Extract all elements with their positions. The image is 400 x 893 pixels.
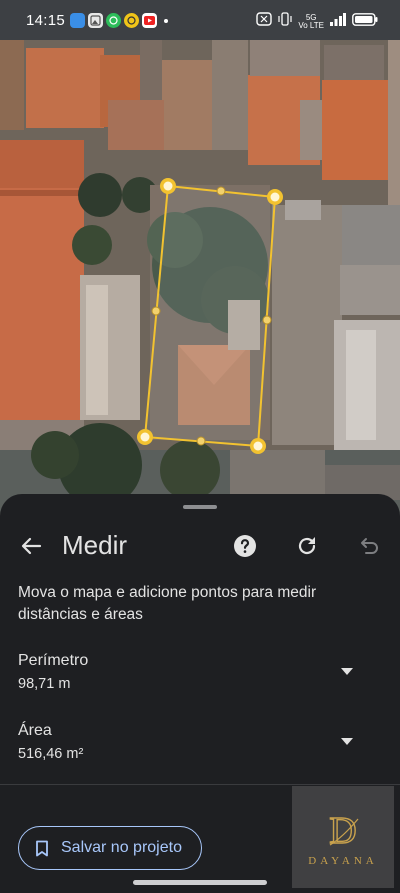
measure-overlay [137,178,283,454]
notification-icons [70,13,168,28]
sheet-header: Medir [0,524,400,568]
measure-instructions: Mova o mapa e adicione pontos para medir… [18,584,317,623]
watermark-text: DAYANA [308,855,378,867]
undo-icon [361,538,378,554]
perimeter-row[interactable]: Perímetro 98,71 m [0,652,400,704]
vertex-handle-icon [137,429,153,445]
dot-icon [164,18,168,23]
satellite-map[interactable] [0,0,400,520]
bookmark-icon [36,840,48,856]
area-label: Área [18,722,52,739]
youtube-icon [142,13,157,28]
blue-app-icon [70,13,85,28]
network-type: 5G Vo LTE [298,13,324,30]
midpoint-handle-icon [196,436,206,446]
vertex-handle-icon [250,438,266,454]
status-time: 14:15 [26,12,66,29]
arrow-back-icon [21,537,42,555]
help-icon [234,535,256,557]
system-status-icons: 5G Vo LTE [256,12,378,31]
save-to-project-button[interactable]: Salvar no projeto [18,826,202,870]
save-to-project-label: Salvar no projeto [61,839,182,856]
watermark-monogram-icon: D [329,809,359,853]
sheet-drag-handle[interactable] [183,505,217,509]
vertex-handle-icon [267,189,283,205]
whatsapp-icon [106,13,121,28]
whatsapp-business-icon [124,13,139,28]
dropdown-arrow-icon [341,667,353,675]
nfc-icon [256,12,273,31]
page-title: Medir [62,530,128,560]
watermark-logo: D DAYANA [292,786,394,888]
area-unit-dropdown[interactable] [338,732,356,750]
signal-icon [330,12,346,31]
gallery-icon [88,13,103,28]
gesture-nav-bar[interactable] [133,880,267,885]
perimeter-unit-dropdown[interactable] [338,662,356,680]
area-row[interactable]: Área 516,46 m² [0,722,400,774]
midpoint-handle-icon [262,315,272,325]
area-value: 516,46 m² [18,746,84,762]
help-button[interactable] [231,532,259,560]
perimeter-label: Perímetro [18,652,89,669]
midpoint-handle-icon [151,306,161,316]
battery-icon [352,12,378,31]
reset-button[interactable] [293,532,321,560]
perimeter-value: 98,71 m [18,676,71,692]
svg-text:D: D [329,810,356,852]
back-button[interactable] [17,532,45,560]
vibrate-icon [278,12,292,31]
undo-button[interactable] [355,532,383,560]
vertex-handle-icon [160,178,176,194]
divider [0,784,400,785]
network-type-bottom: Vo LTE [298,20,324,30]
measure-area-outline [143,184,277,448]
midpoint-handle-icon [216,186,226,196]
refresh-icon [298,537,316,555]
status-bar: 14:15 5G Vo LTE [0,0,400,42]
dropdown-arrow-icon [341,737,353,745]
